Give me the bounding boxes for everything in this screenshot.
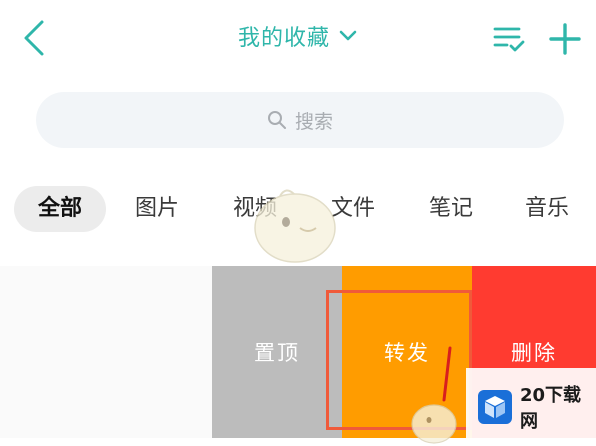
mascot-watermark (254, 189, 336, 263)
watermark-text: 20下载网 (520, 385, 582, 432)
site-watermark: 20下载网 (466, 368, 596, 446)
search-placeholder: 搜索 (294, 110, 333, 133)
list-check-icon[interactable] (492, 22, 526, 56)
tab-music[interactable]: 音乐 (504, 186, 590, 232)
search-icon (267, 111, 286, 129)
tab-notes[interactable]: 笔记 (408, 186, 494, 232)
plus-icon[interactable] (546, 20, 584, 58)
item-content[interactable] (0, 266, 212, 438)
delete-label: 删除 (511, 341, 557, 365)
tab-all[interactable]: 全部 (14, 186, 106, 232)
top-bar: 我的收藏 (0, 0, 596, 80)
tab-images[interactable]: 图片 (114, 186, 200, 232)
page-title: 我的收藏 (237, 26, 330, 51)
mascot-small-watermark (411, 404, 457, 444)
title-dropdown[interactable]: 我的收藏 (238, 20, 358, 52)
pin-button[interactable]: 置顶 (212, 266, 342, 438)
cube-logo-icon (478, 390, 512, 424)
search-bar[interactable]: 搜索 (36, 92, 564, 148)
chevron-down-icon (339, 30, 357, 41)
pin-label: 置顶 (254, 341, 300, 365)
